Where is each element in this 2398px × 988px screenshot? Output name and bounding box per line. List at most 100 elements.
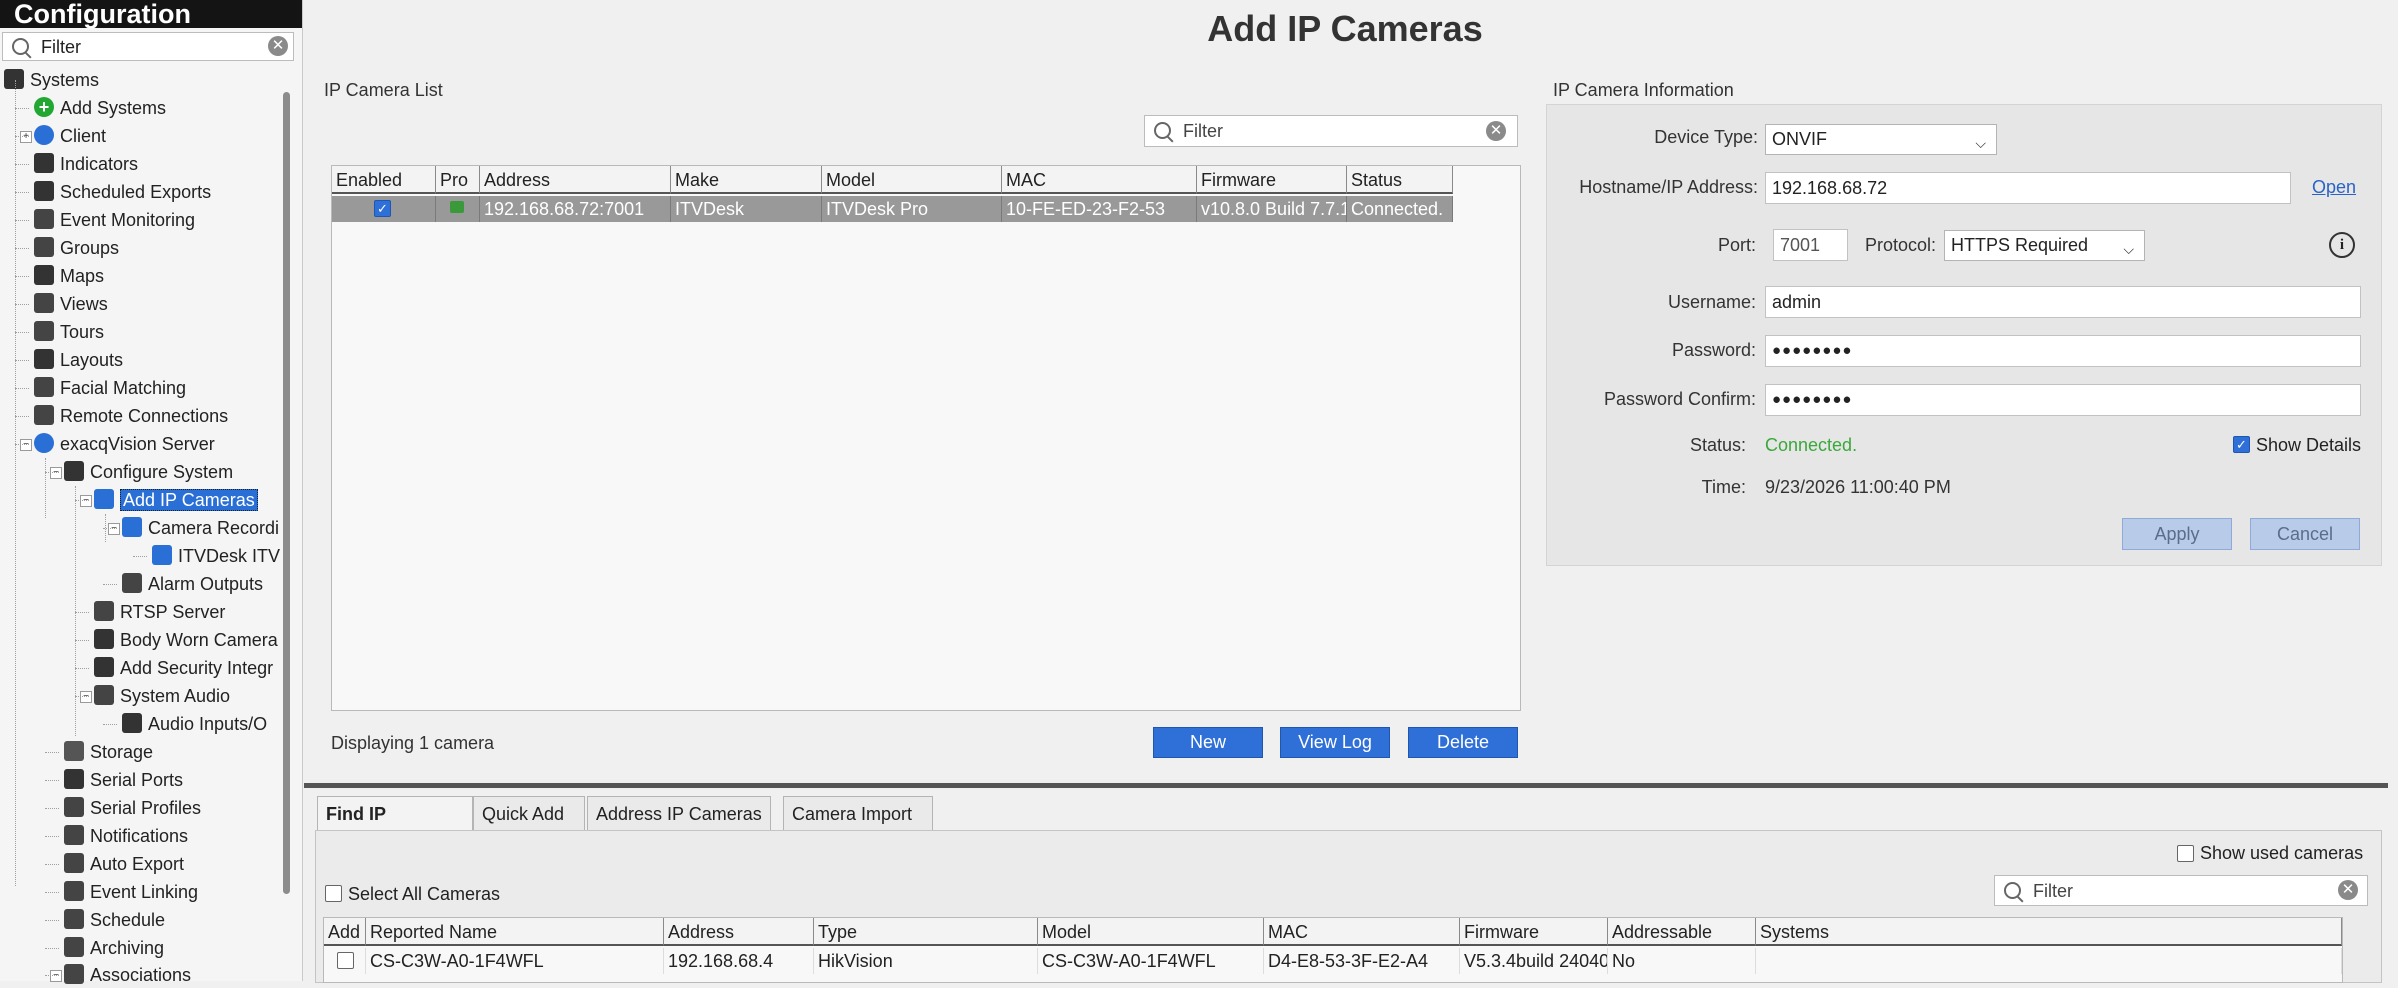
- apply-button[interactable]: Apply: [2122, 518, 2232, 550]
- sidebar-item-indicators[interactable]: Indicators: [34, 151, 138, 177]
- clear-icon[interactable]: ✕: [1486, 121, 1506, 141]
- column-header-mac[interactable]: MAC: [1002, 166, 1197, 194]
- password-confirm-input[interactable]: ●●●●●●●●: [1765, 384, 2361, 416]
- open-link[interactable]: Open: [2312, 177, 2356, 198]
- column-header-type[interactable]: Type: [814, 918, 1038, 946]
- clear-icon[interactable]: ✕: [2338, 880, 2358, 900]
- column-header-enabled[interactable]: Enabled: [332, 166, 436, 194]
- camera-list-filter-input[interactable]: Filter ✕: [1144, 115, 1518, 147]
- sidebar-item-auto-export[interactable]: Auto Export: [64, 851, 184, 877]
- view-log-button[interactable]: View Log: [1280, 727, 1390, 758]
- column-header-address[interactable]: Address: [480, 166, 671, 194]
- cell-protocol[interactable]: [436, 196, 480, 222]
- cell-model[interactable]: CS-C3W-A0-1F4WFL: [1038, 948, 1264, 974]
- cell-type[interactable]: HikVision: [814, 948, 1038, 974]
- expand-toggle[interactable]: −: [108, 523, 120, 535]
- sidebar-item-camera-recordi[interactable]: Camera Recordi: [122, 515, 279, 541]
- column-header-address[interactable]: Address: [664, 918, 814, 946]
- column-header-mac[interactable]: MAC: [1264, 918, 1460, 946]
- column-header-model[interactable]: Model: [1038, 918, 1264, 946]
- sidebar-item-exacqvision-server[interactable]: exacqVision Server: [34, 431, 215, 457]
- expand-toggle[interactable]: −: [80, 495, 92, 507]
- sidebar-item-groups[interactable]: Groups: [34, 235, 119, 261]
- sidebar-item-serial-ports[interactable]: Serial Ports: [64, 767, 183, 793]
- column-header-firmware[interactable]: Firmware: [1197, 166, 1347, 194]
- cell-mac[interactable]: D4-E8-53-3F-E2-A4: [1264, 948, 1460, 974]
- clear-icon[interactable]: ✕: [268, 36, 288, 56]
- expand-toggle[interactable]: +: [20, 131, 32, 143]
- new-button[interactable]: New: [1153, 727, 1263, 758]
- expand-toggle[interactable]: −: [20, 439, 32, 451]
- select-all-checkbox[interactable]: [325, 885, 342, 902]
- sidebar-item-itvdesk-itv[interactable]: ITVDesk ITV: [152, 543, 280, 569]
- expand-toggle[interactable]: −: [80, 691, 92, 703]
- add-checkbox[interactable]: [337, 952, 354, 969]
- cell-systems[interactable]: [1756, 948, 2342, 974]
- column-header-make[interactable]: Make: [671, 166, 822, 194]
- column-header-model[interactable]: Model: [822, 166, 1002, 194]
- column-header-pro[interactable]: Pro: [436, 166, 480, 194]
- cell-model[interactable]: ITVDesk Pro: [822, 196, 1002, 222]
- sidebar-item-schedule[interactable]: Schedule: [64, 907, 165, 933]
- sidebar-item-configure-system[interactable]: Configure System: [64, 459, 233, 485]
- find-filter-input[interactable]: Filter ✕: [1994, 875, 2368, 906]
- column-header-firmware[interactable]: Firmware: [1460, 918, 1608, 946]
- protocol-select-box[interactable]: HTTPS Required ⌵: [1944, 230, 2145, 261]
- sidebar-item-client[interactable]: Client: [34, 123, 106, 149]
- show-details-checkbox[interactable]: ✓: [2233, 436, 2250, 453]
- info-icon[interactable]: i: [2329, 232, 2355, 258]
- expand-toggle[interactable]: −: [50, 467, 62, 479]
- sidebar-item-audio-inputs-o[interactable]: Audio Inputs/O: [122, 711, 267, 737]
- cell-reported-name[interactable]: CS-C3W-A0-1F4WFL: [366, 948, 664, 974]
- sidebar-item-notifications[interactable]: Notifications: [64, 823, 188, 849]
- cell-address[interactable]: 192.168.68.72:7001: [480, 196, 671, 222]
- column-header-addressable[interactable]: Addressable: [1608, 918, 1756, 946]
- sidebar-item-system-audio[interactable]: System Audio: [94, 683, 230, 709]
- cell-address[interactable]: 192.168.68.4: [664, 948, 814, 974]
- show-used-checkbox[interactable]: [2177, 845, 2194, 862]
- sidebar-item-archiving[interactable]: Archiving: [64, 935, 164, 961]
- cancel-button[interactable]: Cancel: [2250, 518, 2360, 550]
- cell-mac[interactable]: 10-FE-ED-23-F2-53: [1002, 196, 1197, 222]
- cell-firmware[interactable]: v10.8.0 Build 7.7.1: [1197, 196, 1347, 222]
- hostname-input[interactable]: 192.168.68.72: [1765, 172, 2291, 204]
- panel-splitter[interactable]: [304, 783, 2398, 788]
- sidebar-item-add-ip-cameras[interactable]: Add IP Cameras: [94, 487, 258, 513]
- sidebar-item-serial-profiles[interactable]: Serial Profiles: [64, 795, 201, 821]
- page-scrollbar[interactable]: [2388, 0, 2398, 981]
- cell-addressable[interactable]: No: [1608, 948, 1756, 974]
- sidebar-item-alarm-outputs[interactable]: Alarm Outputs: [122, 571, 263, 597]
- sidebar-item-scheduled-exports[interactable]: Scheduled Exports: [34, 179, 211, 205]
- cell-enabled[interactable]: ✓: [332, 196, 436, 222]
- tab-camera-import[interactable]: Camera Import: [783, 796, 933, 830]
- enabled-checkbox[interactable]: ✓: [374, 200, 391, 217]
- sidebar-item-rtsp-server[interactable]: RTSP Server: [94, 599, 225, 625]
- sidebar-item-facial-matching[interactable]: Facial Matching: [34, 375, 186, 401]
- cell-status[interactable]: Connected.: [1347, 196, 1453, 222]
- sidebar-item-systems[interactable]: Systems: [4, 67, 99, 93]
- tab-find-ip-cameras[interactable]: Find IP Cameras: [317, 796, 473, 858]
- column-header-reported-name[interactable]: Reported Name: [366, 918, 664, 946]
- column-header-systems[interactable]: Systems: [1756, 918, 2342, 946]
- cell-make[interactable]: ITVDesk: [671, 196, 822, 222]
- sidebar-item-views[interactable]: Views: [34, 291, 108, 317]
- sidebar-item-body-worn-camera[interactable]: Body Worn Camera: [94, 627, 278, 653]
- sidebar-item-layouts[interactable]: Layouts: [34, 347, 123, 373]
- cell-firmware[interactable]: V5.3.4build 24040: [1460, 948, 1608, 974]
- delete-button[interactable]: Delete: [1408, 727, 1518, 758]
- column-header-status[interactable]: Status: [1347, 166, 1453, 194]
- sidebar-item-associations[interactable]: Associations: [64, 962, 191, 988]
- sidebar-scrollbar[interactable]: [283, 92, 290, 894]
- sidebar-item-add-security-integr[interactable]: Add Security Integr: [94, 655, 273, 681]
- username-input[interactable]: admin: [1765, 286, 2361, 318]
- device-type-select[interactable]: ONVIF ⌵: [1765, 124, 1997, 155]
- sidebar-filter-input[interactable]: Filter ✕: [2, 32, 294, 61]
- tab-address-ip-cameras[interactable]: Address IP Cameras: [587, 796, 771, 830]
- sidebar-item-maps[interactable]: Maps: [34, 263, 104, 289]
- expand-toggle[interactable]: −: [50, 970, 62, 982]
- sidebar-item-remote-connections[interactable]: Remote Connections: [34, 403, 228, 429]
- column-header-add[interactable]: Add: [324, 918, 366, 946]
- sidebar-item-event-linking[interactable]: Event Linking: [64, 879, 198, 905]
- port-input[interactable]: 7001: [1773, 229, 1848, 261]
- sidebar-item-event-monitoring[interactable]: Event Monitoring: [34, 207, 195, 233]
